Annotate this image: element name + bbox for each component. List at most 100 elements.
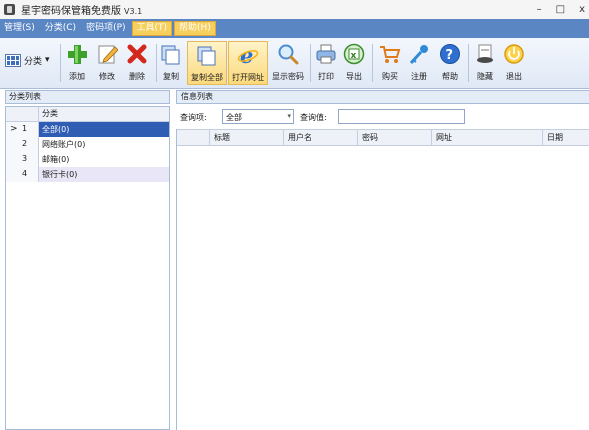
copy-all-button[interactable]: 复制全部 (187, 41, 227, 85)
delete-button[interactable]: 删除 (124, 41, 150, 85)
toolbar-separator (156, 44, 157, 82)
toolbar-separator (60, 44, 61, 82)
window-title: 星宇密码保管箱免费版 V3.1 (21, 2, 142, 17)
delete-icon (126, 43, 148, 65)
cart-icon (379, 43, 401, 65)
category-name: 网络账户(0) (42, 140, 86, 149)
register-button[interactable]: 注册 (406, 41, 432, 85)
category-row-all[interactable]: > 1 全部(0) (6, 122, 169, 137)
menu-bar: 管理(S) 分类(C) 密码项(P) 工具(T) 帮助(H) (0, 19, 589, 38)
help-icon: ? (439, 43, 461, 65)
category-grid-icon (5, 53, 21, 67)
open-url-button-label: 打开网址 (232, 73, 264, 82)
toolbar-ribbon: 分类 ▾ 添加 修改 删除 复制 复制全部 e 打开网址 显示密码 打印 x 导… (0, 38, 589, 89)
column-password[interactable]: 密码 (358, 130, 432, 145)
query-value-input[interactable] (338, 109, 465, 124)
column-date-label: 日期 (547, 133, 563, 142)
category-row-email[interactable]: 3 邮箱(0) (6, 152, 169, 167)
row-number: 1 (22, 124, 28, 133)
copy-button[interactable]: 复制 (158, 41, 184, 85)
query-bar: 查询项: 全部 ▾ 查询值: (176, 106, 589, 128)
query-item-value: 全部 (226, 113, 242, 122)
minimize-button[interactable]: – (537, 4, 542, 15)
row-header: > 1 (6, 122, 39, 137)
menu-password-item[interactable]: 密码项(P) (82, 21, 129, 36)
magnifier-icon (277, 43, 299, 65)
column-password-label: 密码 (362, 133, 378, 142)
export-button[interactable]: x 导出 (341, 41, 367, 85)
exit-button-label: 退出 (506, 72, 522, 81)
query-item-label: 查询项: (180, 113, 207, 122)
info-grid: 标题 用户名 密码 网址 日期 (176, 129, 589, 430)
category-name: 银行卡(0) (42, 170, 78, 179)
column-url-label: 网址 (436, 133, 452, 142)
svg-text:?: ? (446, 48, 454, 63)
open-url-button[interactable]: e 打开网址 (228, 41, 268, 85)
help-button-label: 帮助 (442, 72, 458, 81)
hide-button-label: 隐藏 (477, 72, 493, 81)
query-value-label: 查询值: (300, 113, 327, 122)
exit-button[interactable]: 退出 (501, 41, 527, 85)
query-item-select[interactable]: 全部 ▾ (222, 109, 294, 124)
column-date[interactable]: 日期 (543, 130, 589, 145)
copy-all-button-label: 复制全部 (191, 73, 223, 82)
column-title[interactable]: 标题 (210, 130, 284, 145)
window-version: V3.1 (124, 7, 143, 16)
column-username[interactable]: 用户名 (284, 130, 358, 145)
svg-text:x: x (351, 51, 357, 61)
help-button[interactable]: ? 帮助 (437, 41, 463, 85)
show-password-button[interactable]: 显示密码 (269, 41, 307, 85)
ie-icon: e (237, 43, 259, 68)
print-button[interactable]: 打印 (313, 41, 339, 85)
category-grid: 分类 > 1 全部(0) 2 网络账户(0) 3 邮箱(0) 4 银行卡(0) (5, 106, 170, 430)
hide-button[interactable]: 隐藏 (472, 41, 498, 85)
printer-icon (315, 43, 337, 65)
add-icon (66, 43, 88, 65)
row-header-corner (177, 130, 210, 145)
maximize-button[interactable]: □ (556, 4, 565, 15)
menu-category[interactable]: 分类(C) (41, 21, 80, 36)
toolbar-separator (310, 44, 311, 82)
exit-icon (503, 43, 525, 65)
close-button[interactable]: x (579, 4, 585, 15)
menu-help[interactable]: 帮助(H) (174, 21, 216, 36)
category-name: 全部(0) (42, 125, 70, 134)
add-button[interactable]: 添加 (64, 41, 90, 85)
row-header: 2 (6, 137, 39, 152)
window-title-text: 星宇密码保管箱免费版 (21, 6, 121, 17)
category-name: 邮箱(0) (42, 155, 70, 164)
category-row-bankcard[interactable]: 4 银行卡(0) (6, 167, 169, 182)
edit-button-label: 修改 (99, 72, 115, 81)
copy-button-label: 复制 (163, 72, 179, 81)
row-number: 3 (22, 154, 28, 163)
toolbar-separator (468, 44, 469, 82)
hide-icon (474, 43, 496, 65)
current-row-indicator: > (10, 124, 18, 134)
row-header: 4 (6, 167, 39, 182)
app-icon (4, 4, 15, 15)
menu-manage[interactable]: 管理(S) (0, 21, 39, 36)
title-bar: 星宇密码保管箱免费版 V3.1 – □ x (0, 0, 589, 19)
delete-button-label: 删除 (129, 72, 145, 81)
copy-all-icon (196, 44, 218, 66)
key-icon (408, 43, 430, 65)
buy-button[interactable]: 购买 (377, 41, 403, 85)
edit-button[interactable]: 修改 (94, 41, 120, 85)
register-button-label: 注册 (411, 72, 427, 81)
info-list-header: 信息列表 (176, 90, 589, 104)
column-title-label: 标题 (214, 133, 230, 142)
row-number: 2 (22, 139, 28, 148)
column-url[interactable]: 网址 (432, 130, 543, 145)
category-column-header[interactable]: 分类 (42, 108, 58, 119)
edit-icon (96, 43, 119, 65)
column-username-label: 用户名 (288, 133, 312, 142)
category-dropdown-button[interactable]: 分类 ▾ (5, 48, 50, 72)
row-header: 3 (6, 152, 39, 167)
toolbar-separator (372, 44, 373, 82)
category-row-network[interactable]: 2 网络账户(0) (6, 137, 169, 152)
row-number: 4 (22, 169, 28, 178)
menu-tools[interactable]: 工具(T) (131, 21, 173, 36)
excel-icon: x (343, 43, 365, 65)
chevron-down-icon: ▾ (45, 55, 50, 65)
print-button-label: 打印 (318, 72, 334, 81)
